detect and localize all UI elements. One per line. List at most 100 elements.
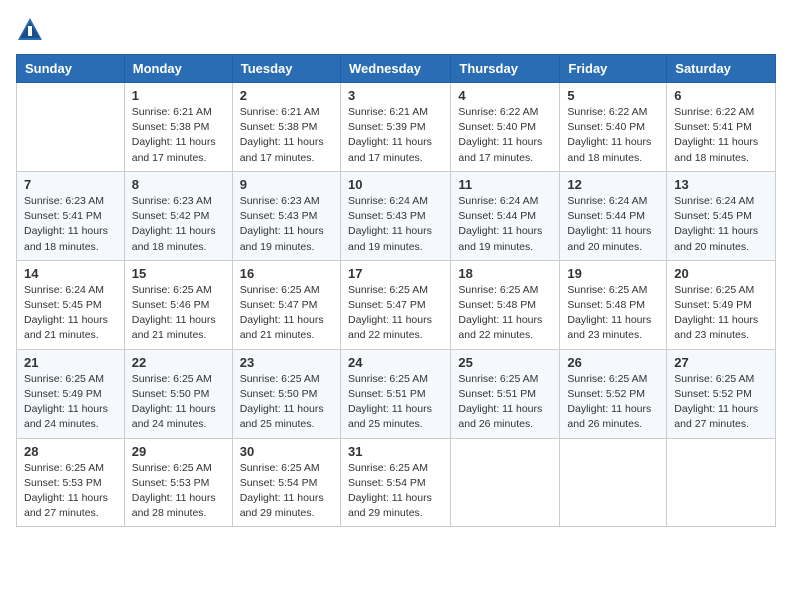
calendar-cell: 26 Sunrise: 6:25 AM Sunset: 5:52 PM Dayli… xyxy=(560,349,667,438)
day-number: 26 xyxy=(567,355,659,370)
week-row-5: 28 Sunrise: 6:25 AM Sunset: 5:53 PM Dayli… xyxy=(17,438,776,527)
day-info: Sunrise: 6:25 AM Sunset: 5:48 PM Dayligh… xyxy=(567,283,659,344)
calendar-header-row: SundayMondayTuesdayWednesdayThursdayFrid… xyxy=(17,55,776,83)
calendar-cell: 5 Sunrise: 6:22 AM Sunset: 5:40 PM Daylig… xyxy=(560,83,667,172)
column-header-sunday: Sunday xyxy=(17,55,125,83)
day-info: Sunrise: 6:25 AM Sunset: 5:53 PM Dayligh… xyxy=(132,461,225,522)
day-info: Sunrise: 6:25 AM Sunset: 5:52 PM Dayligh… xyxy=(567,372,659,433)
day-number: 4 xyxy=(458,88,552,103)
day-number: 8 xyxy=(132,177,225,192)
day-info: Sunrise: 6:25 AM Sunset: 5:52 PM Dayligh… xyxy=(674,372,768,433)
day-number: 30 xyxy=(240,444,333,459)
column-header-wednesday: Wednesday xyxy=(340,55,450,83)
calendar-cell: 23 Sunrise: 6:25 AM Sunset: 5:50 PM Dayli… xyxy=(232,349,340,438)
column-header-friday: Friday xyxy=(560,55,667,83)
day-info: Sunrise: 6:24 AM Sunset: 5:43 PM Dayligh… xyxy=(348,194,443,255)
calendar-cell xyxy=(667,438,776,527)
calendar-cell: 25 Sunrise: 6:25 AM Sunset: 5:51 PM Dayli… xyxy=(451,349,560,438)
day-number: 23 xyxy=(240,355,333,370)
calendar-cell xyxy=(560,438,667,527)
day-info: Sunrise: 6:25 AM Sunset: 5:46 PM Dayligh… xyxy=(132,283,225,344)
calendar-cell: 27 Sunrise: 6:25 AM Sunset: 5:52 PM Dayli… xyxy=(667,349,776,438)
calendar-cell: 15 Sunrise: 6:25 AM Sunset: 5:46 PM Dayli… xyxy=(124,260,232,349)
calendar-cell: 30 Sunrise: 6:25 AM Sunset: 5:54 PM Dayli… xyxy=(232,438,340,527)
day-number: 3 xyxy=(348,88,443,103)
logo-icon xyxy=(16,16,44,44)
calendar-cell: 20Sunrise: 6:25 AM Sunset: 5:49 PM Dayli… xyxy=(667,260,776,349)
day-info: Sunrise: 6:25 AM Sunset: 5:49 PM Dayligh… xyxy=(674,283,768,344)
calendar-cell: 11 Sunrise: 6:24 AM Sunset: 5:44 PM Dayli… xyxy=(451,171,560,260)
week-row-2: 7 Sunrise: 6:23 AM Sunset: 5:41 PM Daylig… xyxy=(17,171,776,260)
day-info: Sunrise: 6:22 AM Sunset: 5:40 PM Dayligh… xyxy=(458,105,552,166)
day-number: 24 xyxy=(348,355,443,370)
day-info: Sunrise: 6:25 AM Sunset: 5:50 PM Dayligh… xyxy=(240,372,333,433)
week-row-1: 1 Sunrise: 6:21 AM Sunset: 5:38 PM Daylig… xyxy=(17,83,776,172)
logo xyxy=(16,16,48,44)
column-header-monday: Monday xyxy=(124,55,232,83)
day-number: 2 xyxy=(240,88,333,103)
day-number: 6 xyxy=(674,88,768,103)
day-info: Sunrise: 6:21 AM Sunset: 5:38 PM Dayligh… xyxy=(240,105,333,166)
page-header xyxy=(16,16,776,44)
calendar-cell xyxy=(17,83,125,172)
day-number: 9 xyxy=(240,177,333,192)
day-info: Sunrise: 6:22 AM Sunset: 5:40 PM Dayligh… xyxy=(567,105,659,166)
calendar-cell: 13 Sunrise: 6:24 AM Sunset: 5:45 PM Dayli… xyxy=(667,171,776,260)
calendar-cell: 4 Sunrise: 6:22 AM Sunset: 5:40 PM Daylig… xyxy=(451,83,560,172)
column-header-tuesday: Tuesday xyxy=(232,55,340,83)
day-info: Sunrise: 6:25 AM Sunset: 5:47 PM Dayligh… xyxy=(240,283,333,344)
day-info: Sunrise: 6:21 AM Sunset: 5:38 PM Dayligh… xyxy=(132,105,225,166)
calendar-cell: 29 Sunrise: 6:25 AM Sunset: 5:53 PM Dayli… xyxy=(124,438,232,527)
day-info: Sunrise: 6:23 AM Sunset: 5:43 PM Dayligh… xyxy=(240,194,333,255)
day-number: 28 xyxy=(24,444,117,459)
day-info: Sunrise: 6:25 AM Sunset: 5:48 PM Dayligh… xyxy=(458,283,552,344)
calendar-cell: 19 Sunrise: 6:25 AM Sunset: 5:48 PM Dayli… xyxy=(560,260,667,349)
day-info: Sunrise: 6:25 AM Sunset: 5:47 PM Dayligh… xyxy=(348,283,443,344)
day-info: Sunrise: 6:24 AM Sunset: 5:44 PM Dayligh… xyxy=(458,194,552,255)
day-info: Sunrise: 6:24 AM Sunset: 5:44 PM Dayligh… xyxy=(567,194,659,255)
calendar-cell: 21Sunrise: 6:25 AM Sunset: 5:49 PM Dayli… xyxy=(17,349,125,438)
day-number: 19 xyxy=(567,266,659,281)
calendar-cell: 22Sunrise: 6:25 AM Sunset: 5:50 PM Dayli… xyxy=(124,349,232,438)
day-number: 31 xyxy=(348,444,443,459)
day-number: 13 xyxy=(674,177,768,192)
day-info: Sunrise: 6:25 AM Sunset: 5:49 PM Dayligh… xyxy=(24,372,117,433)
day-info: Sunrise: 6:23 AM Sunset: 5:41 PM Dayligh… xyxy=(24,194,117,255)
day-number: 17 xyxy=(348,266,443,281)
calendar-table: SundayMondayTuesdayWednesdayThursdayFrid… xyxy=(16,54,776,527)
day-info: Sunrise: 6:25 AM Sunset: 5:51 PM Dayligh… xyxy=(348,372,443,433)
calendar-cell: 12 Sunrise: 6:24 AM Sunset: 5:44 PM Dayli… xyxy=(560,171,667,260)
day-info: Sunrise: 6:23 AM Sunset: 5:42 PM Dayligh… xyxy=(132,194,225,255)
calendar-cell: 16Sunrise: 6:25 AM Sunset: 5:47 PM Dayli… xyxy=(232,260,340,349)
day-number: 27 xyxy=(674,355,768,370)
day-number: 18 xyxy=(458,266,552,281)
day-info: Sunrise: 6:24 AM Sunset: 5:45 PM Dayligh… xyxy=(24,283,117,344)
day-number: 15 xyxy=(132,266,225,281)
day-info: Sunrise: 6:25 AM Sunset: 5:50 PM Dayligh… xyxy=(132,372,225,433)
day-number: 25 xyxy=(458,355,552,370)
calendar-cell xyxy=(451,438,560,527)
day-info: Sunrise: 6:24 AM Sunset: 5:45 PM Dayligh… xyxy=(674,194,768,255)
day-number: 5 xyxy=(567,88,659,103)
week-row-3: 14Sunrise: 6:24 AM Sunset: 5:45 PM Dayli… xyxy=(17,260,776,349)
day-info: Sunrise: 6:25 AM Sunset: 5:54 PM Dayligh… xyxy=(348,461,443,522)
column-header-saturday: Saturday xyxy=(667,55,776,83)
calendar-cell: 17 Sunrise: 6:25 AM Sunset: 5:47 PM Dayli… xyxy=(340,260,450,349)
day-number: 29 xyxy=(132,444,225,459)
calendar-cell: 31 Sunrise: 6:25 AM Sunset: 5:54 PM Dayli… xyxy=(340,438,450,527)
day-number: 10 xyxy=(348,177,443,192)
day-info: Sunrise: 6:25 AM Sunset: 5:54 PM Dayligh… xyxy=(240,461,333,522)
calendar-cell: 24 Sunrise: 6:25 AM Sunset: 5:51 PM Dayli… xyxy=(340,349,450,438)
day-info: Sunrise: 6:22 AM Sunset: 5:41 PM Dayligh… xyxy=(674,105,768,166)
calendar-cell: 9 Sunrise: 6:23 AM Sunset: 5:43 PM Daylig… xyxy=(232,171,340,260)
day-number: 1 xyxy=(132,88,225,103)
day-number: 7 xyxy=(24,177,117,192)
day-info: Sunrise: 6:25 AM Sunset: 5:51 PM Dayligh… xyxy=(458,372,552,433)
calendar-cell: 2 Sunrise: 6:21 AM Sunset: 5:38 PM Daylig… xyxy=(232,83,340,172)
calendar-cell: 14Sunrise: 6:24 AM Sunset: 5:45 PM Dayli… xyxy=(17,260,125,349)
week-row-4: 21Sunrise: 6:25 AM Sunset: 5:49 PM Dayli… xyxy=(17,349,776,438)
day-number: 12 xyxy=(567,177,659,192)
day-info: Sunrise: 6:25 AM Sunset: 5:53 PM Dayligh… xyxy=(24,461,117,522)
day-number: 11 xyxy=(458,177,552,192)
day-info: Sunrise: 6:21 AM Sunset: 5:39 PM Dayligh… xyxy=(348,105,443,166)
